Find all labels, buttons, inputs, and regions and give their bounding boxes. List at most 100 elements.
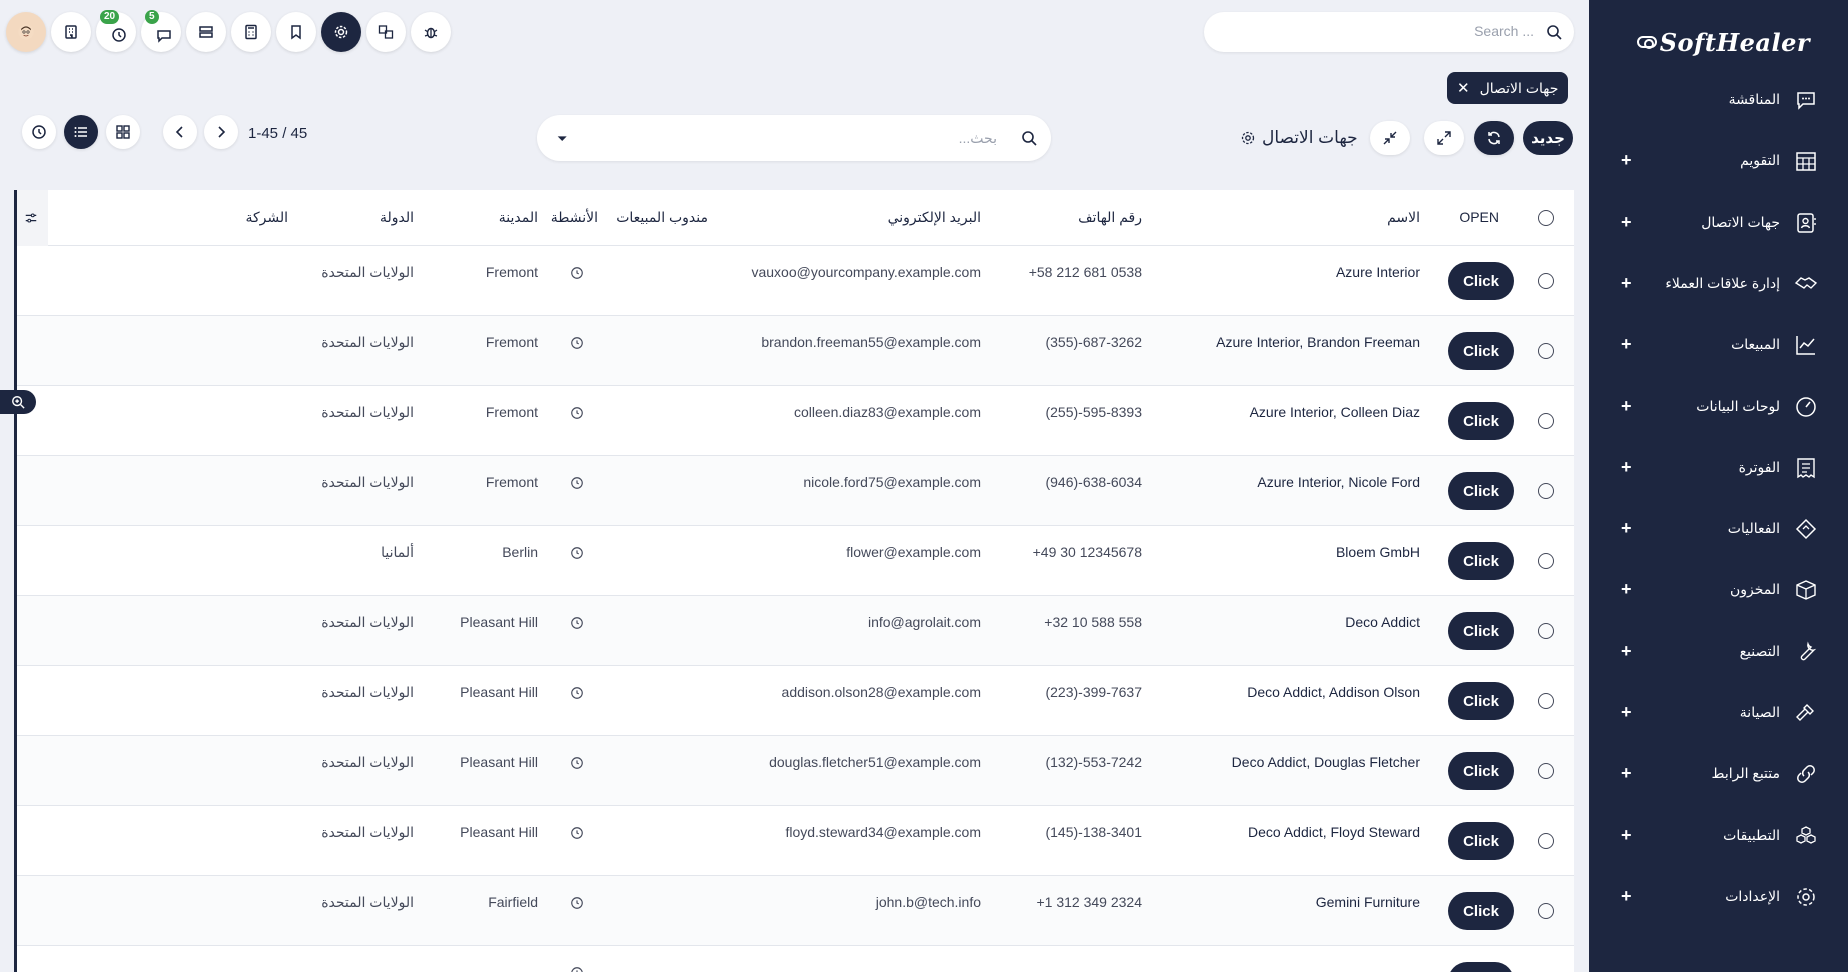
table-row[interactable]: Click Deco Addict, Addison Olson (223)-399… [14, 666, 1574, 736]
table-row[interactable]: Click [14, 946, 1574, 972]
row-select-checkbox[interactable] [1538, 483, 1554, 499]
pager-counter[interactable]: 1-45 / 45 [248, 125, 307, 142]
row-open-button[interactable]: Click [1448, 962, 1514, 972]
plus-icon[interactable]: + [1621, 334, 1632, 355]
plus-icon[interactable]: + [1621, 702, 1632, 723]
header-city[interactable]: المدينة [499, 209, 538, 226]
activity-clock-icon[interactable] [570, 896, 584, 910]
sidebar-item-1[interactable]: المناقشة [1589, 80, 1848, 120]
plus-icon[interactable]: + [1621, 396, 1632, 417]
table-row[interactable]: Click Azure Interior, Nicole Ford (946)-63… [14, 456, 1574, 526]
sidebar-item-2[interactable]: + التقويم [1589, 141, 1848, 181]
sidebar-item-9[interactable]: + المخزون [1589, 570, 1848, 610]
activity-clock-icon[interactable] [570, 616, 584, 630]
table-row[interactable]: Click Deco Addict +32 10 588 558 info@agrol… [14, 596, 1574, 666]
new-record-button[interactable]: جديد [1523, 121, 1573, 155]
sidebar-item-4[interactable]: + إدارة علاقات العملاء [1589, 264, 1848, 304]
header-open[interactable]: OPEN [1459, 209, 1499, 225]
table-row[interactable]: Click Azure Interior, Colleen Diaz (255)-5… [14, 386, 1574, 456]
table-row[interactable]: Click Deco Addict, Floyd Steward (145)-138… [14, 806, 1574, 876]
global-search-input[interactable]: Search ... [1204, 12, 1574, 52]
header-name[interactable]: الاسم [1387, 209, 1420, 226]
row-open-button[interactable]: Click [1448, 612, 1514, 650]
row-open-button[interactable]: Click [1448, 822, 1514, 860]
row-select-checkbox[interactable] [1538, 903, 1554, 919]
plus-icon[interactable]: + [1621, 457, 1632, 478]
table-row[interactable]: Click Gemini Furniture +1 312 349 2324 john… [14, 876, 1574, 946]
row-select-checkbox[interactable] [1538, 553, 1554, 569]
list-search-input[interactable]: بحث... ⏷ [537, 115, 1051, 161]
calculator-icon[interactable] [231, 12, 271, 52]
sidebar-item-5[interactable]: + المبيعات [1589, 325, 1848, 365]
plus-icon[interactable]: + [1621, 886, 1632, 907]
row-open-button[interactable]: Click [1448, 682, 1514, 720]
plus-icon[interactable]: + [1621, 825, 1632, 846]
row-select-checkbox[interactable] [1538, 833, 1554, 849]
activity-clock-icon[interactable] [570, 476, 584, 490]
header-salesperson[interactable]: مندوب المبيعات [616, 209, 708, 226]
sidebar-item-11[interactable]: + الصيانة [1589, 693, 1848, 733]
prev-page-button[interactable] [163, 115, 197, 149]
row-open-button[interactable]: Click [1448, 262, 1514, 300]
next-page-button[interactable] [204, 115, 238, 149]
table-row[interactable]: Click Azure Interior +58 212 681 0538 vauxo… [14, 246, 1574, 316]
row-open-button[interactable]: Click [1448, 542, 1514, 580]
header-company[interactable]: الشركة [245, 209, 288, 226]
plus-icon[interactable]: + [1621, 273, 1632, 294]
expand-button[interactable] [1424, 121, 1464, 155]
header-activities[interactable]: الأنشطة [551, 209, 598, 226]
activity-clock-icon[interactable] [570, 966, 584, 972]
bug-icon[interactable] [411, 12, 451, 52]
sidebar-item-7[interactable]: + الفوترة [1589, 448, 1848, 488]
sidebar-item-10[interactable]: + التصنيع [1589, 632, 1848, 672]
plus-icon[interactable]: + [1621, 212, 1632, 233]
activity-clock-icon[interactable] [570, 266, 584, 280]
kanban-view-button[interactable] [106, 115, 140, 149]
table-row[interactable]: Click Azure Interior, Brandon Freeman (355… [14, 316, 1574, 386]
select-all-checkbox[interactable] [1538, 210, 1554, 226]
breadcrumb-tab[interactable]: ✕ جهات الاتصال [1447, 72, 1569, 104]
activity-clock-icon[interactable] [570, 546, 584, 560]
building-icon[interactable] [51, 12, 91, 52]
refresh-button[interactable] [1474, 121, 1514, 155]
settings-gear-icon[interactable] [321, 12, 361, 52]
row-select-checkbox[interactable] [1538, 623, 1554, 639]
sidebar-item-14[interactable]: + الإعدادات [1589, 877, 1848, 917]
header-phone[interactable]: رقم الهاتف [1078, 209, 1142, 226]
activity-view-button[interactable] [22, 115, 56, 149]
plus-icon[interactable]: + [1621, 579, 1632, 600]
row-select-checkbox[interactable] [1538, 763, 1554, 779]
view-gear-icon[interactable] [1240, 130, 1256, 146]
collapse-button[interactable] [1370, 121, 1410, 155]
close-icon[interactable]: ✕ [1457, 79, 1470, 97]
activity-clock-icon[interactable] [570, 756, 584, 770]
sidebar-item-3[interactable]: + جهات الاتصال [1589, 203, 1848, 243]
sidebar-item-13[interactable]: + التطبيقات [1589, 816, 1848, 856]
zoom-button[interactable] [0, 390, 36, 414]
row-open-button[interactable]: Click [1448, 892, 1514, 930]
search-dropdown-toggle-icon[interactable]: ⏷ [557, 131, 567, 147]
translate-icon[interactable] [366, 12, 406, 52]
messages-button[interactable]: 5 [141, 10, 181, 52]
plus-icon[interactable]: + [1621, 150, 1632, 171]
header-country[interactable]: الدولة [380, 209, 414, 226]
sidebar-item-8[interactable]: + الفعاليات [1589, 509, 1848, 549]
server-icon[interactable] [186, 12, 226, 52]
optional-columns-toggle[interactable] [14, 190, 48, 246]
activity-clock-icon[interactable] [570, 686, 584, 700]
row-open-button[interactable]: Click [1448, 402, 1514, 440]
sidebar-item-6[interactable]: + لوحات البيانات [1589, 387, 1848, 427]
sidebar-item-12[interactable]: + متتبع الرابط [1589, 754, 1848, 794]
user-avatar[interactable] [6, 12, 46, 52]
bookmark-icon[interactable] [276, 12, 316, 52]
row-select-checkbox[interactable] [1538, 693, 1554, 709]
header-email[interactable]: البريد الإلكتروني [888, 209, 981, 226]
row-open-button[interactable]: Click [1448, 332, 1514, 370]
activities-clock-button[interactable]: 20 [96, 10, 136, 52]
activity-clock-icon[interactable] [570, 336, 584, 350]
plus-icon[interactable]: + [1621, 641, 1632, 662]
row-select-checkbox[interactable] [1538, 343, 1554, 359]
row-open-button[interactable]: Click [1448, 752, 1514, 790]
sidebar-toggle-eye-icon[interactable] [1637, 36, 1657, 49]
table-row[interactable]: Click Deco Addict, Douglas Fletcher (132)-… [14, 736, 1574, 806]
